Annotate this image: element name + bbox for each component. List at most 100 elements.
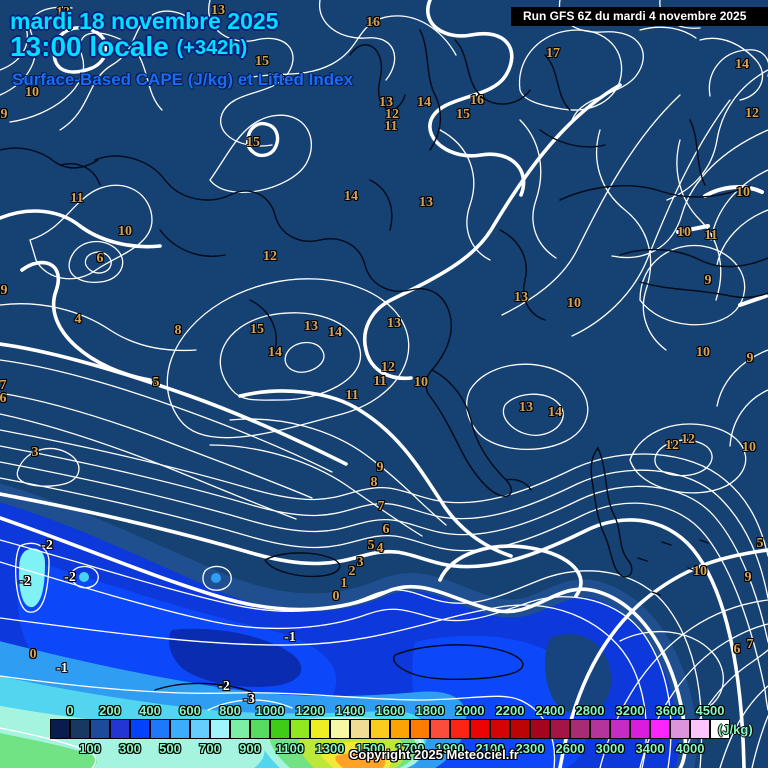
contour-label: 10 xyxy=(736,185,750,200)
contour-label: 1 xyxy=(340,576,348,591)
contour-label: 4 xyxy=(74,312,82,327)
contour-label: -3 xyxy=(243,692,255,707)
contour-label: 5 xyxy=(152,375,160,390)
parameter-subtitle: Surface-Based CAPE (J/kg) et Lifted Inde… xyxy=(12,70,354,89)
contour-label: 11 xyxy=(384,119,398,134)
contour-label: 9 xyxy=(0,107,8,122)
contour-label: 5 xyxy=(367,538,375,553)
colorbar-swatch xyxy=(90,719,110,739)
colorbar-swatch xyxy=(410,719,430,739)
contour-label: 10 xyxy=(414,375,428,390)
contour-label: 12 xyxy=(263,249,277,264)
colorbar-swatch xyxy=(490,719,510,739)
contour-label: 12 xyxy=(745,106,759,121)
colorbar-tick-label: 300 xyxy=(119,741,141,756)
contour-label: 10 xyxy=(742,440,756,455)
colorbar-tick-label: 600 xyxy=(179,703,201,718)
contour-label: 6 xyxy=(733,642,741,657)
colorbar-tick-label: 100 xyxy=(79,741,101,756)
contour-label: 6 xyxy=(382,522,390,537)
contour-label: 13 xyxy=(387,316,401,331)
contour-label: 14 xyxy=(268,345,282,360)
colorbar-swatch xyxy=(210,719,230,739)
contour-label: 6 xyxy=(0,391,7,406)
contour-label: -2 xyxy=(41,538,53,553)
contour-label: 10 xyxy=(693,564,707,579)
colorbar-swatch xyxy=(570,719,590,739)
colorbar-swatch xyxy=(70,719,90,739)
contour-label: 7 xyxy=(746,637,754,652)
colorbar-tick-label: 4500 xyxy=(695,703,725,718)
colorbar-swatch xyxy=(370,719,390,739)
colorbar-swatch xyxy=(290,719,310,739)
colorbar-swatch xyxy=(130,719,150,739)
contour-label: 12 xyxy=(681,432,695,447)
colorbar-swatch xyxy=(110,719,130,739)
contour-label: 15 xyxy=(246,135,260,150)
colorbar-tick-label: 1200 xyxy=(295,703,325,718)
colorbar-swatch xyxy=(610,719,630,739)
contour-label: 14 xyxy=(548,405,562,420)
colorbar-swatch xyxy=(230,719,250,739)
colorbar-tick-label: 1300 xyxy=(315,741,345,756)
contour-label: 10 xyxy=(677,225,691,240)
contour-label: 12 xyxy=(665,438,679,453)
colorbar-swatch xyxy=(470,719,490,739)
colorbar-tick-label: 2800 xyxy=(575,703,605,718)
colorbar-swatch xyxy=(550,719,570,739)
colorbar-tick-label: 200 xyxy=(99,703,121,718)
contour-label: 16 xyxy=(470,93,484,108)
copyright-text: Copyright 2025 Meteociel.fr xyxy=(349,747,519,762)
colorbar-swatch xyxy=(670,719,690,739)
colorbar-tick-label: 3400 xyxy=(635,741,665,756)
contour-label: 16 xyxy=(366,15,380,30)
colorbar-swatch xyxy=(270,719,290,739)
contour-label: 15 xyxy=(250,322,264,337)
contour-label: 9 xyxy=(0,283,8,298)
contour-label: 5 xyxy=(756,536,764,551)
contour-label: 15 xyxy=(456,107,470,122)
colorbar-swatch xyxy=(390,719,410,739)
colorbar-tick-label: 2000 xyxy=(455,703,485,718)
colorbar-tick-label: 0 xyxy=(66,703,74,718)
contour-label: -1 xyxy=(56,661,68,676)
colorbar-swatch xyxy=(50,719,70,739)
contour-label: 7 xyxy=(377,499,385,514)
contour-label: 8 xyxy=(174,323,182,338)
contour-label: 11 xyxy=(345,388,359,403)
contour-label: 13 xyxy=(419,195,433,210)
contour-label: -2 xyxy=(218,679,230,694)
contour-label: 10 xyxy=(567,296,581,311)
colorbar-tick-label: 900 xyxy=(239,741,261,756)
contour-label: 9 xyxy=(376,460,384,475)
contour-label: 10 xyxy=(696,345,710,360)
contour-label: 0 xyxy=(29,647,37,662)
contour-label: 2 xyxy=(348,564,356,579)
unit-label: (J/kg) xyxy=(718,722,753,737)
contour-label: 8 xyxy=(370,475,378,490)
colorbar-swatch xyxy=(170,719,190,739)
colorbar-tick-label: 500 xyxy=(159,741,181,756)
colorbar-swatch xyxy=(190,719,210,739)
contour-label: 9 xyxy=(746,351,754,366)
weather-map-page: 12 13 16 15 17 14 10 9 13 14 16 12 15 11 12 15 10 11 14 13 1… xyxy=(0,0,768,768)
contour-label: -2 xyxy=(19,574,31,589)
colorbar-swatch xyxy=(630,719,650,739)
contour-label: 14 xyxy=(735,57,749,72)
colorbar-swatch xyxy=(690,719,710,739)
colorbar-swatch xyxy=(350,719,370,739)
contour-label: 14 xyxy=(344,189,358,204)
colorbar-swatch xyxy=(430,719,450,739)
contour-label: 15 xyxy=(255,54,269,69)
colorbar-swatch xyxy=(510,719,530,739)
colorbar-swatch xyxy=(250,719,270,739)
colorbar-swatch xyxy=(530,719,550,739)
colorbar-tick-label: 2600 xyxy=(555,741,585,756)
colorbar-swatch xyxy=(590,719,610,739)
colorbar-tick-label: 3600 xyxy=(655,703,685,718)
time-title: 13:00 locale (+342h) xyxy=(10,31,247,63)
contour-label: 9 xyxy=(744,570,752,585)
contour-label: -2 xyxy=(64,570,76,585)
colorbar-tick-label: 2300 xyxy=(515,741,545,756)
colorbar-tick-label: 2200 xyxy=(495,703,525,718)
